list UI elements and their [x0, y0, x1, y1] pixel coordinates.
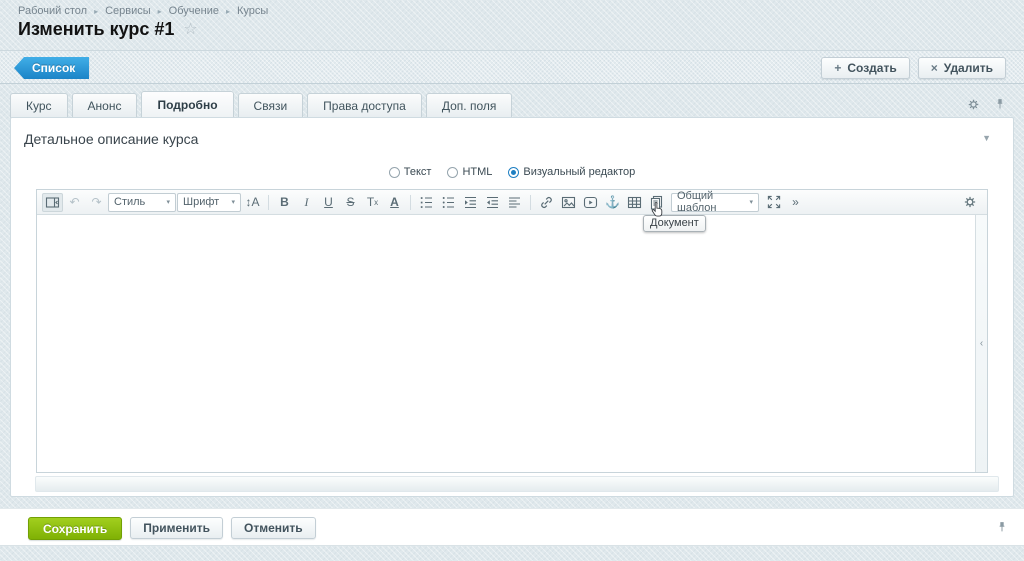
- form-settings-gear-icon[interactable]: [967, 98, 980, 111]
- mode-text-label: Текст: [404, 166, 432, 178]
- breadcrumb: Рабочий стол ▸ Сервисы ▸ Обучение ▸ Курс…: [18, 5, 268, 17]
- mode-text-radio[interactable]: Текст: [389, 166, 432, 178]
- ordered-list-icon[interactable]: [416, 193, 437, 212]
- footer-bar: Сохранить Применить Отменить: [0, 508, 1024, 546]
- mode-visual-editor-radio[interactable]: Визуальный редактор: [508, 166, 635, 178]
- save-button[interactable]: Сохранить: [28, 517, 122, 540]
- action-bar: Список + Создать × Удалить: [0, 50, 1024, 84]
- bold-icon[interactable]: B: [274, 193, 295, 212]
- text-color-icon[interactable]: A: [384, 193, 405, 212]
- pin-footer-icon[interactable]: [996, 520, 1008, 534]
- form-epilogue-bar: [35, 476, 999, 492]
- more-tools-icon[interactable]: »: [785, 193, 806, 212]
- plus-icon: +: [834, 62, 841, 74]
- delete-button-label: Удалить: [944, 61, 993, 75]
- breadcrumb-item-learning[interactable]: Обучение: [169, 5, 219, 17]
- redo-icon[interactable]: ↷: [86, 193, 107, 212]
- section-collapse-icon[interactable]: ▼: [982, 133, 991, 143]
- chevron-down-icon: ▾: [749, 198, 753, 206]
- favorite-star-icon[interactable]: ☆: [183, 22, 197, 38]
- fullscreen-icon[interactable]: [763, 193, 784, 212]
- create-button[interactable]: + Создать: [821, 57, 909, 79]
- tab-links[interactable]: Связи: [238, 93, 304, 118]
- insert-document-icon[interactable]: Документ: [646, 193, 667, 212]
- font-select-value: Шрифт: [183, 196, 219, 208]
- breadcrumb-item-desktop[interactable]: Рабочий стол: [18, 5, 87, 17]
- delete-button[interactable]: × Удалить: [918, 57, 1006, 79]
- tab-access-rights[interactable]: Права доступа: [307, 93, 422, 118]
- mode-visual-editor-label: Визуальный редактор: [523, 166, 635, 178]
- radio-icon: [508, 167, 519, 178]
- radio-icon: [447, 167, 458, 178]
- chevron-down-icon: ▾: [166, 198, 170, 206]
- toolbar-separator: [268, 195, 269, 210]
- editor-settings-gear-icon[interactable]: [959, 193, 980, 212]
- section-title: Детальное описание курса: [24, 131, 198, 147]
- style-select[interactable]: Стиль ▾: [108, 193, 176, 212]
- radio-icon: [389, 167, 400, 178]
- clear-format-sub: x: [374, 198, 378, 207]
- breadcrumb-separator-icon: ▸: [226, 7, 230, 16]
- editor-mode-row: Текст HTML Визуальный редактор: [11, 166, 1013, 178]
- tooltip: Документ: [643, 215, 706, 232]
- insert-table-icon[interactable]: [624, 193, 645, 212]
- toolbar-separator: [530, 195, 531, 210]
- cross-icon: ×: [931, 62, 938, 74]
- align-icon[interactable]: [504, 193, 525, 212]
- breadcrumb-item-courses[interactable]: Курсы: [237, 5, 268, 17]
- editor-content-area[interactable]: [37, 215, 975, 472]
- undo-icon[interactable]: ↶: [64, 193, 85, 212]
- breadcrumb-item-services[interactable]: Сервисы: [105, 5, 151, 17]
- strikethrough-icon[interactable]: S: [340, 193, 361, 212]
- insert-image-icon[interactable]: [558, 193, 579, 212]
- template-select[interactable]: Общий шаблон ▾: [671, 193, 759, 212]
- breadcrumb-separator-icon: ▸: [158, 7, 162, 16]
- font-size-icon[interactable]: ↕A: [242, 193, 263, 212]
- edit-form-panel: Детальное описание курса ▼ Текст HTML Ви…: [10, 117, 1014, 497]
- cancel-button[interactable]: Отменить: [231, 517, 316, 539]
- italic-icon[interactable]: I: [296, 193, 317, 212]
- tab-extra-fields[interactable]: Доп. поля: [426, 93, 513, 118]
- visual-editor: ↶ ↷ Стиль ▾ Шрифт ▾ ↕A B I U S Tx A: [36, 189, 988, 473]
- toolbar-separator: [410, 195, 411, 210]
- insert-video-icon[interactable]: [580, 193, 601, 212]
- outdent-icon[interactable]: [482, 193, 503, 212]
- style-select-value: Стиль: [114, 196, 145, 208]
- clear-format-base: T: [367, 195, 374, 209]
- page-title: Изменить курс #1: [18, 19, 174, 40]
- chevron-down-icon: ▾: [231, 198, 235, 206]
- list-button[interactable]: Список: [14, 57, 89, 79]
- template-select-value: Общий шаблон: [677, 190, 743, 214]
- underline-icon[interactable]: U: [318, 193, 339, 212]
- breadcrumb-separator-icon: ▸: [94, 7, 98, 16]
- clear-format-icon[interactable]: Tx: [362, 193, 383, 212]
- tab-bar: Курс Анонс Подробно Связи Права доступа …: [10, 92, 964, 118]
- anchor-icon[interactable]: ⚓: [602, 193, 623, 212]
- editor-toolbar: ↶ ↷ Стиль ▾ Шрифт ▾ ↕A B I U S Tx A: [37, 190, 987, 215]
- tab-course[interactable]: Курс: [10, 93, 68, 118]
- indent-icon[interactable]: [460, 193, 481, 212]
- pin-form-icon[interactable]: [994, 97, 1006, 111]
- insert-link-icon[interactable]: [536, 193, 557, 212]
- tab-announce[interactable]: Анонс: [72, 93, 138, 118]
- mode-html-radio[interactable]: HTML: [447, 166, 492, 178]
- mode-html-label: HTML: [462, 166, 492, 178]
- font-select[interactable]: Шрифт ▾: [177, 193, 241, 212]
- tab-details[interactable]: Подробно: [141, 91, 233, 118]
- create-button-label: Создать: [847, 61, 896, 75]
- components-panel-collapse-handle[interactable]: ‹: [975, 215, 987, 472]
- toggle-panel-icon[interactable]: [42, 193, 63, 212]
- unordered-list-icon[interactable]: [438, 193, 459, 212]
- apply-button[interactable]: Применить: [130, 517, 223, 539]
